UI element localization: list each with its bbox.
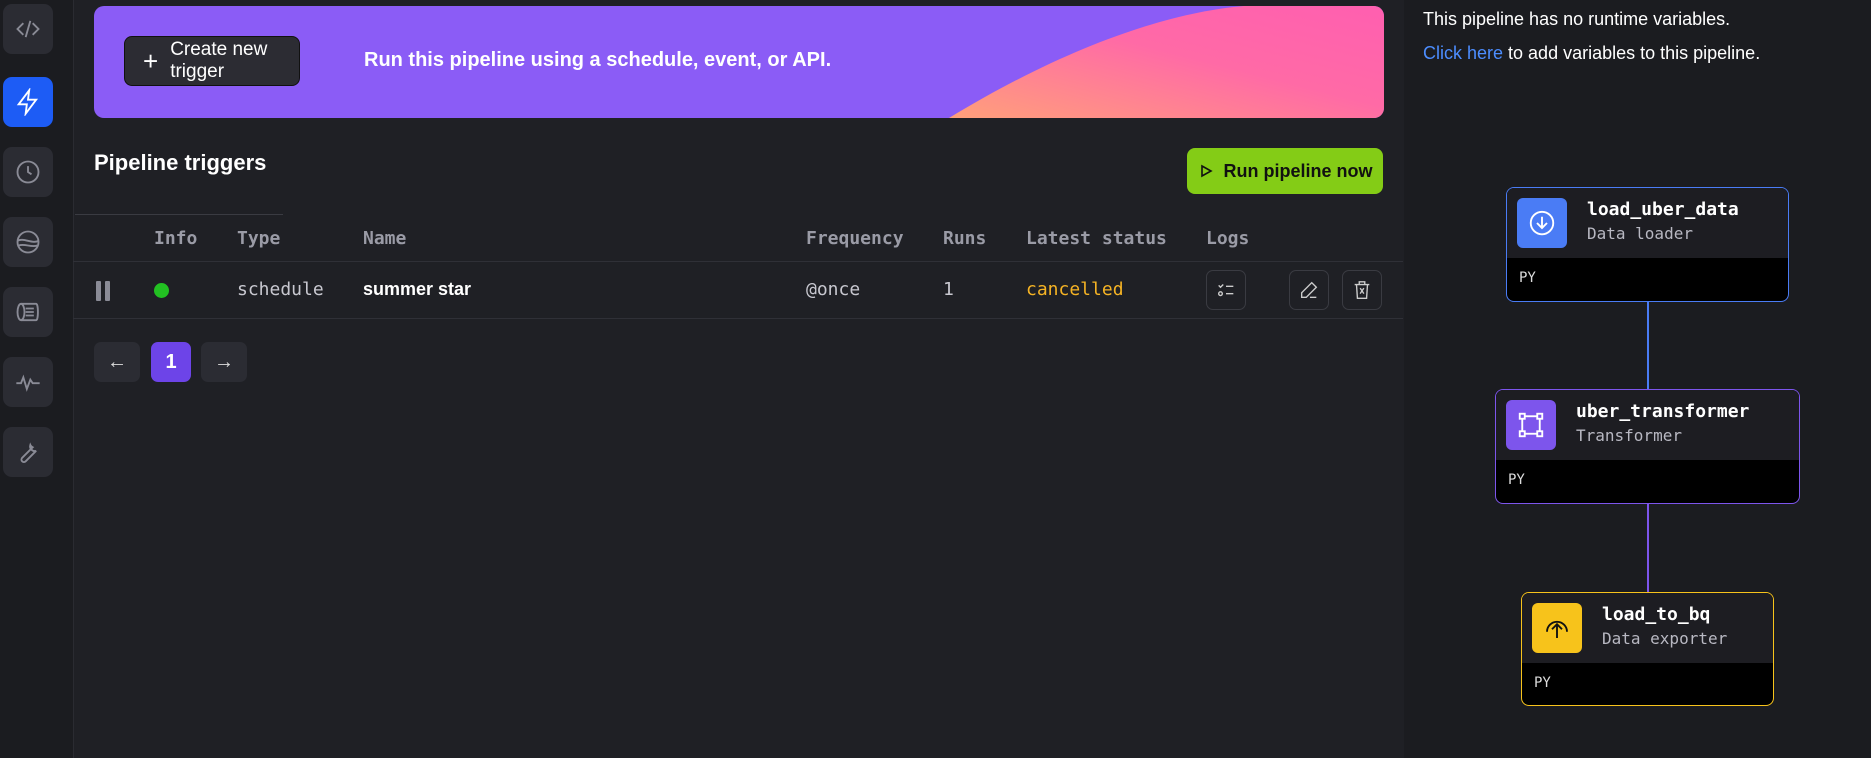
checklist-icon (1217, 284, 1234, 297)
status-dot (154, 283, 169, 298)
edit-trigger-button[interactable] (1289, 270, 1329, 310)
download-icon (1517, 198, 1567, 248)
column-header-logs: Logs (1206, 228, 1250, 249)
create-trigger-button[interactable]: + Create new trigger (124, 36, 300, 86)
clock-icon (16, 160, 40, 184)
trigger-banner: + Create new trigger Run this pipeline u… (94, 6, 1384, 118)
trigger-runs: 1 (943, 279, 954, 300)
nav-triggers-button[interactable] (3, 77, 53, 127)
column-header-frequency: Frequency (806, 228, 904, 249)
current-page-button[interactable]: 1 (151, 342, 191, 382)
trigger-name[interactable]: summer star (363, 279, 471, 300)
lightning-icon (16, 88, 39, 116)
block-type: Transformer (1576, 426, 1682, 445)
right-panel: This pipeline has no runtime variables. … (1404, 0, 1871, 758)
transform-icon (1506, 400, 1556, 450)
trigger-frequency: @once (806, 279, 861, 300)
run-pipeline-now-label: Run pipeline now (1223, 160, 1373, 181)
connector-line (1647, 302, 1649, 389)
delete-trigger-button[interactable] (1342, 270, 1382, 310)
block-language: PY (1519, 270, 1536, 286)
triggers-table-header: Info Type Name Frequency Runs Latest sta… (73, 215, 1403, 262)
trigger-latest-status: cancelled (1026, 279, 1124, 300)
plus-icon: + (143, 46, 159, 76)
table-row[interactable]: schedule summer star @once 1 cancelled (73, 262, 1403, 319)
column-header-name: Name (363, 228, 407, 249)
block-uber-transformer[interactable]: uber_transformer Transformer PY (1495, 389, 1800, 504)
add-variables-suffix: to add variables to this pipeline. (1503, 43, 1761, 63)
upload-icon (1532, 603, 1582, 653)
monitor-icon (16, 374, 40, 392)
block-language: PY (1508, 472, 1525, 488)
block-name: uber_transformer (1576, 401, 1750, 422)
code-icon (16, 20, 40, 38)
trigger-type: schedule (237, 279, 324, 300)
block-name: load_uber_data (1587, 199, 1739, 220)
nav-settings-button[interactable] (3, 427, 53, 477)
logs-button[interactable] (1206, 270, 1246, 310)
nav-logs-button[interactable] (3, 287, 53, 337)
column-header-info: Info (154, 228, 198, 249)
next-page-button[interactable]: → (201, 342, 247, 382)
wrench-icon (20, 442, 37, 463)
trash-icon (1354, 281, 1370, 299)
left-navigation (0, 0, 74, 758)
nav-runs-button[interactable] (3, 147, 53, 197)
block-language: PY (1534, 675, 1551, 691)
block-load-to-bq[interactable]: load_to_bq Data exporter PY (1521, 592, 1774, 706)
page-title: Pipeline triggers (94, 150, 267, 175)
block-type: Data loader (1587, 224, 1693, 243)
play-icon (1200, 164, 1213, 178)
logs-icon (16, 302, 39, 322)
column-header-type: Type (237, 228, 281, 249)
column-header-latest-status: Latest status (1026, 228, 1167, 249)
nav-monitor-button[interactable] (3, 357, 53, 407)
add-variables-link[interactable]: Click here (1423, 43, 1503, 63)
no-variables-text: This pipeline has no runtime variables. (1423, 9, 1731, 29)
globe-icon (16, 230, 40, 254)
prev-page-button[interactable]: ← (94, 342, 140, 382)
run-pipeline-now-button[interactable]: Run pipeline now (1187, 148, 1383, 194)
pause-icon[interactable] (96, 281, 112, 301)
pencil-icon (1300, 281, 1318, 299)
column-header-runs: Runs (943, 228, 987, 249)
block-load-uber-data[interactable]: load_uber_data Data loader PY (1506, 187, 1789, 302)
nav-code-button[interactable] (3, 4, 53, 54)
banner-text: Run this pipeline using a schedule, even… (364, 49, 832, 71)
nav-backfills-button[interactable] (3, 217, 53, 267)
block-type: Data exporter (1602, 629, 1728, 648)
connector-line (1647, 504, 1649, 592)
block-name: load_to_bq (1602, 604, 1711, 625)
add-variables-line: Click here to add variables to this pipe… (1423, 43, 1760, 64)
create-trigger-label: Create new trigger (170, 39, 268, 82)
